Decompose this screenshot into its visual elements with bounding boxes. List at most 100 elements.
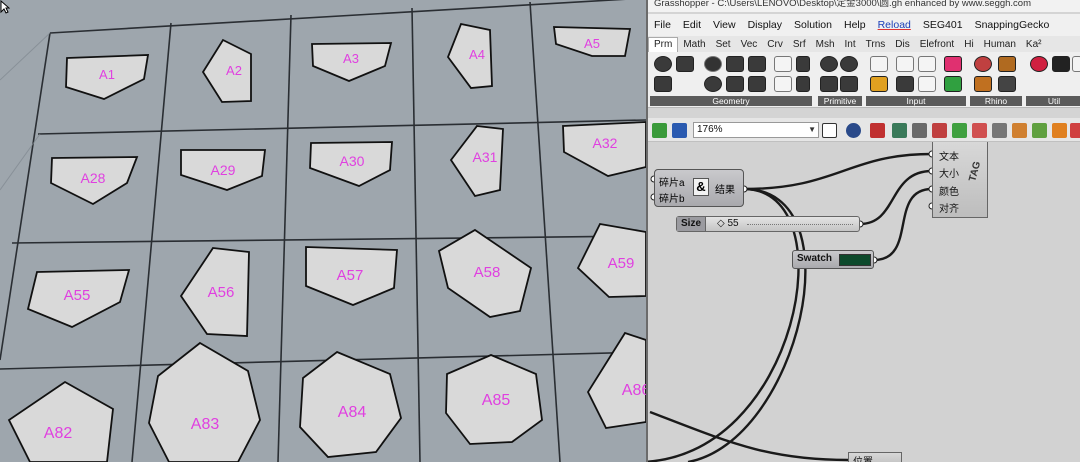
canvas-toolbar: 176% ▼ xyxy=(648,118,1080,142)
cell-label: A3 xyxy=(343,51,359,66)
slider-track[interactable] xyxy=(747,224,853,225)
text-tag-component[interactable]: 文本 大小 颜色 对齐 TAG xyxy=(932,142,988,218)
point-icon[interactable] xyxy=(796,56,810,72)
chevron-down-icon: ▼ xyxy=(808,125,816,134)
mesh-icon[interactable] xyxy=(726,76,744,92)
ampersand-icon: & xyxy=(693,178,709,196)
input-b-label: 碎片b xyxy=(659,194,685,205)
wire-icon[interactable] xyxy=(992,123,1007,138)
marker-icon[interactable] xyxy=(932,123,947,138)
number-icon[interactable] xyxy=(820,76,838,92)
surface-icon[interactable] xyxy=(704,76,722,92)
sketch-icon[interactable] xyxy=(892,123,907,138)
tab-vec[interactable]: Vec xyxy=(736,39,763,52)
tab-ka2[interactable]: Ka² xyxy=(1021,39,1047,52)
plugin-icon[interactable] xyxy=(1032,123,1047,138)
pipeline-icon[interactable] xyxy=(998,56,1016,72)
box-icon[interactable] xyxy=(774,76,792,92)
plugin-icon[interactable] xyxy=(1070,123,1080,138)
plane-icon[interactable] xyxy=(774,56,792,72)
save-icon[interactable] xyxy=(672,123,687,138)
cell-label: A83 xyxy=(191,416,220,433)
cell-label: A28 xyxy=(81,170,106,186)
cell-label: A56 xyxy=(208,284,235,301)
tab-elefront[interactable]: Elefront xyxy=(915,39,959,52)
output-label: 结果 xyxy=(715,185,735,196)
ribbon-group-input: Input xyxy=(866,54,966,106)
rhino-icon[interactable] xyxy=(974,56,992,72)
tab-prm[interactable]: Prm xyxy=(648,37,679,52)
cherry-icon[interactable] xyxy=(1030,56,1048,72)
rhino-viewport[interactable]: A1 A2 A3 A4 A5 A28 A29 A30 A31 A32 A55 A… xyxy=(0,0,646,462)
cell-label: A32 xyxy=(593,135,618,151)
curve-icon[interactable] xyxy=(726,56,744,72)
swatch-component[interactable]: Swatch xyxy=(792,250,874,269)
bake-icon[interactable] xyxy=(1012,123,1027,138)
geometry-icon[interactable] xyxy=(676,56,694,72)
tab-math[interactable]: Math xyxy=(678,39,710,52)
paint-icon[interactable] xyxy=(870,123,885,138)
gradient-icon[interactable] xyxy=(944,76,962,92)
gh-canvas[interactable]: 碎片a 碎片b & 结果 Size ◇ 55 Swatch 文本 大小 颜色 对… xyxy=(648,142,1080,462)
tab-hi[interactable]: Hi xyxy=(959,39,978,52)
zoom-extents-icon[interactable] xyxy=(822,123,837,138)
eye-icon[interactable] xyxy=(846,123,861,138)
merge-component[interactable]: 碎片a 碎片b & 结果 xyxy=(654,169,744,207)
plugin-icon[interactable] xyxy=(1052,123,1067,138)
tag-brand: TAG xyxy=(967,160,984,183)
geometry-icon[interactable] xyxy=(654,56,672,72)
slider-icon[interactable] xyxy=(870,76,888,92)
menu-snappinggecko[interactable]: SnappingGecko xyxy=(969,19,1056,31)
cell-label: A29 xyxy=(211,162,236,178)
ribbon-label-rhino: Rhino xyxy=(970,96,1022,106)
tab-dis[interactable]: Dis xyxy=(890,39,914,52)
line-icon[interactable] xyxy=(748,56,766,72)
tab-crv[interactable]: Crv xyxy=(762,39,788,52)
menu-seg401[interactable]: SEG401 xyxy=(917,19,969,31)
text-icon[interactable] xyxy=(840,76,858,92)
value-list-icon[interactable] xyxy=(918,56,936,72)
cell-label: A4 xyxy=(469,47,485,62)
tab-human[interactable]: Human xyxy=(979,39,1021,52)
menu-view[interactable]: View xyxy=(707,19,742,31)
tab-trns[interactable]: Trns xyxy=(861,39,891,52)
brep-icon[interactable] xyxy=(748,76,766,92)
bake-icon[interactable] xyxy=(974,76,992,92)
menu-display[interactable]: Display xyxy=(742,19,788,31)
ribbon-group-primitive: Primitive xyxy=(818,54,862,106)
list-icon[interactable] xyxy=(918,76,936,92)
cluster-icon[interactable] xyxy=(972,123,987,138)
menu-solution[interactable]: Solution xyxy=(788,19,838,31)
panel-icon[interactable] xyxy=(870,56,888,72)
object-icon[interactable] xyxy=(998,76,1016,92)
tab-int[interactable]: Int xyxy=(840,39,861,52)
menu-edit[interactable]: Edit xyxy=(677,19,707,31)
tab-set[interactable]: Set xyxy=(711,39,736,52)
cell-label: A5 xyxy=(584,36,600,51)
position-component[interactable]: 位置 xyxy=(848,452,902,462)
util-icon[interactable] xyxy=(1072,56,1080,72)
menu-file[interactable]: File xyxy=(648,19,677,31)
menu-help[interactable]: Help xyxy=(838,19,872,31)
group-icon[interactable] xyxy=(952,123,967,138)
input-text-label: 文本 xyxy=(939,152,959,163)
toggle-icon[interactable] xyxy=(896,56,914,72)
dog-icon[interactable] xyxy=(1052,56,1070,72)
integer-icon[interactable] xyxy=(840,56,858,72)
size-slider[interactable]: Size ◇ 55 xyxy=(676,216,860,232)
preview-icon[interactable] xyxy=(912,123,927,138)
zoom-select[interactable]: 176% ▼ xyxy=(693,122,819,138)
mouse-cursor-icon xyxy=(0,0,10,14)
button-icon[interactable] xyxy=(896,76,914,92)
cell-label: A59 xyxy=(608,255,635,272)
circle-icon[interactable] xyxy=(704,56,722,72)
boolean-icon[interactable] xyxy=(820,56,838,72)
swatch-icon[interactable] xyxy=(944,56,962,72)
menu-reload[interactable]: Reload xyxy=(872,19,917,31)
tab-srf[interactable]: Srf xyxy=(788,39,811,52)
geometry-icon[interactable] xyxy=(654,76,672,92)
swatch-color[interactable] xyxy=(839,254,871,266)
open-file-icon[interactable] xyxy=(652,123,667,138)
vector-icon[interactable] xyxy=(796,76,810,92)
tab-msh[interactable]: Msh xyxy=(811,39,840,52)
